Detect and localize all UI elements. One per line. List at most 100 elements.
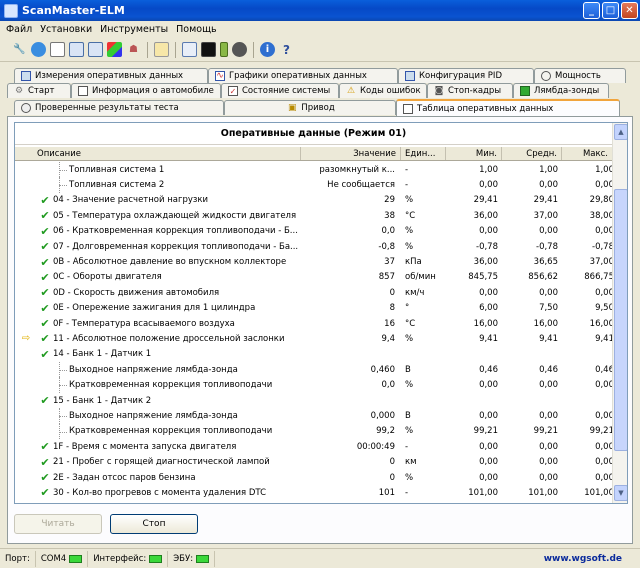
tab-error-codes[interactable]: ⚠ Коды ошибок — [339, 83, 427, 98]
live-data-grid: Оперативные данные (Режим 01) Описание З… — [14, 122, 628, 504]
table-row[interactable]: ✔ 21 - Пробег с горящей диагностической л… — [15, 454, 614, 469]
gauge-icon — [21, 103, 31, 113]
row-description: 30 - Кол-во прогревов с момента удаления… — [53, 487, 266, 498]
website-link[interactable]: www.wgsoft.de — [544, 554, 622, 564]
tab-live-data-table[interactable]: Таблица оперативных данных — [396, 99, 620, 117]
table-row[interactable]: ✔ 0E - Опережение зажигания для 1 цилиндр… — [15, 301, 614, 316]
tab-test-results[interactable]: Проверенные результаты теста — [14, 100, 224, 115]
row-value: 37 — [384, 257, 395, 268]
menu-settings[interactable]: Установки — [38, 24, 98, 35]
close-button[interactable]: ✕ — [621, 2, 638, 19]
tab-label: Графики оперативных данных — [229, 71, 367, 81]
tab-live-measurements[interactable]: Измерения оперативных данных — [14, 68, 208, 83]
checkmark-icon: ✔ — [40, 193, 50, 207]
tab-start[interactable]: ⚙ Старт — [7, 83, 71, 98]
table-row[interactable]: Кратковременная коррекция топливоподачи 0… — [15, 377, 614, 393]
row-description: 0E - Опережение зажигания для 1 цилиндра — [53, 303, 256, 314]
tab-pid-config[interactable]: Конфигурация PID — [398, 68, 534, 83]
header-avg[interactable]: Средн. — [502, 147, 562, 160]
row-description: 0F - Температура всасываемого воздуха — [53, 318, 235, 329]
menu-file[interactable]: Файл — [4, 24, 38, 35]
scroll-up-button[interactable]: ▲ — [614, 124, 627, 140]
minimize-button[interactable]: _ — [583, 2, 600, 19]
table-row[interactable]: ✔ 1F - Время с момента запуска двигателя 0… — [15, 439, 614, 454]
close-icon: ✕ — [625, 5, 634, 16]
table-row[interactable]: Топливная система 2 Не сообщается - 0,00 0,0… — [15, 177, 614, 193]
row-value: 29 — [384, 195, 395, 206]
globe-icon[interactable] — [31, 42, 46, 57]
grid-icon[interactable] — [69, 42, 84, 57]
vertical-scrollbar[interactable]: ▲ ▼ — [612, 123, 627, 503]
row-avg: 0,00 — [539, 410, 558, 421]
header-description[interactable]: Описание — [15, 147, 301, 160]
scroll-down-button[interactable]: ▼ — [614, 485, 627, 501]
gear-icon[interactable] — [232, 42, 247, 57]
menu-tools[interactable]: Инструменты — [98, 24, 174, 35]
tab-lambda-sensors[interactable]: Лямбда-зонды — [513, 83, 609, 98]
tab-system-status[interactable]: ✓ Состояние системы — [221, 83, 339, 98]
person-icon[interactable]: ☗ — [126, 42, 141, 57]
row-check: ✔ — [37, 194, 53, 207]
table-row[interactable]: ⇨ ✔ 11 - Абсолютное положение дроссельной … — [15, 331, 614, 346]
table-row[interactable]: ✔ 0D - Скорость движения автомобиля 0 км/ч 0… — [15, 285, 614, 300]
tab-actuator[interactable]: ▣ Привод — [224, 100, 396, 115]
table-row[interactable]: ✔ 07 - Долговременная коррекция топливопо… — [15, 239, 614, 254]
stop-button[interactable]: Стоп — [110, 514, 198, 534]
row-unit: об/мин — [405, 272, 436, 283]
copy-icon[interactable] — [154, 42, 169, 57]
table-row[interactable]: ✔ 14 - Банк 1 - Датчик 1 — [15, 347, 612, 362]
grid-icon[interactable] — [88, 42, 103, 57]
row-description: Топливная система 1 — [69, 164, 165, 175]
row-avg: -0,78 — [536, 241, 558, 252]
help-icon[interactable]: ? — [279, 42, 294, 57]
row-description: 0D - Скорость движения автомобиля — [53, 287, 220, 298]
checkmark-icon: ✔ — [40, 240, 50, 254]
row-avg: 0,00 — [539, 287, 558, 298]
toolbar: 🔧 ☗ i ? — [0, 38, 640, 62]
header-value[interactable]: Значение — [301, 147, 401, 160]
table-row[interactable]: ✔ 0C - Обороты двигателя 857 об/мин 845,75 85… — [15, 270, 614, 285]
table-row[interactable]: ✔ 15 - Банк 1 - Датчик 2 — [15, 393, 612, 408]
table-row[interactable]: ✔ 06 - Кратковременная коррекция топливоп… — [15, 224, 614, 239]
row-min: 0,00 — [479, 380, 498, 391]
menu-help[interactable]: Помощь — [174, 24, 222, 35]
header-max[interactable]: Макс. — [562, 147, 612, 160]
terminal-icon[interactable] — [201, 42, 216, 57]
document-icon[interactable] — [50, 42, 65, 57]
info-icon[interactable]: i — [260, 42, 275, 57]
table-row[interactable]: Топливная система 1 разомкнутый к... - 1,00… — [15, 162, 614, 178]
table-row[interactable]: ✔ 05 - Температура охлаждающей жидкости д… — [15, 208, 614, 223]
tab-freeze-frames[interactable]: ◙ Стоп-кадры — [427, 83, 513, 98]
table-row[interactable]: ✔ 2E - Задан отсос паров бензина 0% 0,00 0,0… — [15, 470, 614, 485]
scroll-thumb[interactable] — [614, 189, 627, 451]
tab-live-graphs[interactable]: ∿ Графики оперативных данных — [208, 68, 398, 83]
chevron-up-icon: ▲ — [618, 128, 624, 136]
row-avg: 7,50 — [539, 303, 558, 314]
read-button[interactable]: Читать — [14, 514, 102, 534]
header-min[interactable]: Мин. — [446, 147, 502, 160]
table-row[interactable]: ✔ 0B - Абсолютное давление во впускном ко… — [15, 254, 614, 269]
tab-power[interactable]: Мощность — [534, 68, 626, 83]
wrench-icon[interactable]: 🔧 — [12, 42, 27, 57]
row-check: ✔ — [37, 240, 53, 253]
app-icon — [4, 3, 18, 18]
table-row[interactable]: Выходное напряжение лямбда-зонда 0,460 В 0,… — [15, 362, 614, 378]
maximize-button[interactable]: □ — [602, 2, 619, 19]
table-row[interactable]: Кратковременная коррекция топливоподачи 9… — [15, 423, 614, 440]
tab-vehicle-info[interactable]: Информация о автомобиле — [71, 83, 221, 98]
tree-branch — [59, 170, 67, 171]
row-unit: км — [405, 457, 417, 468]
tab-label: Проверенные результаты теста — [35, 103, 179, 113]
header-unit[interactable]: Един... — [401, 147, 446, 160]
checkmark-icon: ✔ — [40, 301, 50, 315]
table-row[interactable]: ✔ 0F - Температура всасываемого воздуха 16… — [15, 316, 614, 331]
battery-icon[interactable] — [220, 42, 228, 57]
chart-icon[interactable] — [107, 42, 122, 57]
table-row[interactable]: Выходное напряжение лямбда-зонда 0,000 В 0,… — [15, 408, 614, 424]
row-avg: 36,65 — [533, 257, 558, 268]
table-row[interactable]: ✔ 04 - Значение расчетной нагрузки 29% 29,4… — [15, 193, 614, 208]
table-row[interactable]: ✔ 30 - Кол-во прогревов с момента удалени… — [15, 485, 614, 500]
window-icon[interactable] — [182, 42, 197, 57]
tab-label: Стоп-кадры — [448, 86, 502, 96]
row-unit: °C — [405, 210, 416, 221]
